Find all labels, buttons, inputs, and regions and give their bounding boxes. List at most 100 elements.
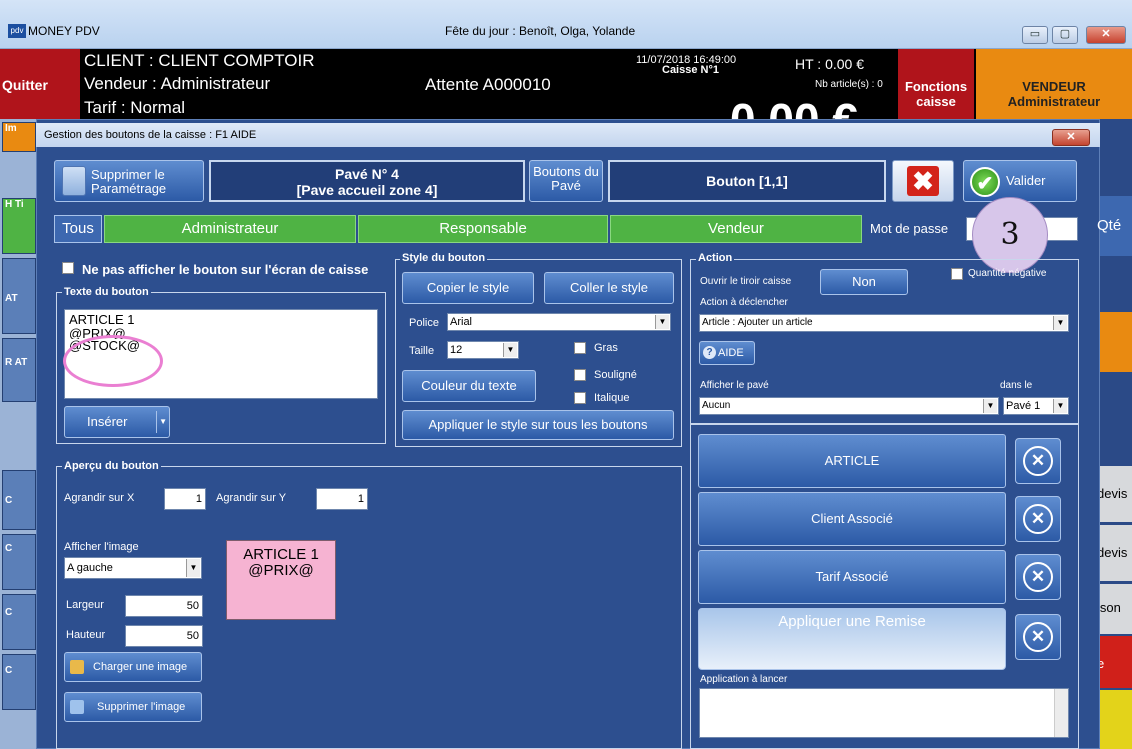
agrandir-y-label: Agrandir sur Y [216,492,287,504]
afficher-pave-value: Aucun [702,400,731,411]
afficher-image-select[interactable]: A gauche ▼ [64,557,202,579]
left-strip-item[interactable]: C [2,534,36,590]
text-line: ARTICLE 1 [69,312,135,327]
remove-tarif-button[interactable]: ✕ [1015,554,1061,600]
couleur-texte-button[interactable]: Couleur du texte [402,370,536,402]
inserer-button[interactable]: Insérer ▼ [64,406,170,438]
hide-button-label: Ne pas afficher le bouton sur l'écran de… [82,262,369,277]
left-strip-item[interactable]: C [2,470,36,530]
remove-article-button[interactable]: ✕ [1015,438,1061,484]
right-strip-devis-1[interactable]: devis [1095,466,1132,522]
left-strip-item[interactable]: C [2,594,36,650]
tab-administrateur[interactable]: Administrateur [104,215,356,243]
article-button[interactable]: ARTICLE [698,434,1006,488]
action-value: Article : Ajouter un article [702,317,813,328]
attente-label: Attente A000010 [425,75,551,94]
button-preview: ARTICLE 1 @PRIX@ [226,540,336,620]
afficher-pave-select[interactable]: Aucun ▼ [699,397,999,415]
pave-number-select[interactable]: Pavé 1 ▼ [1003,397,1069,415]
hide-button-checkbox[interactable] [62,262,74,274]
hauteur-label: Hauteur [66,629,106,641]
police-select[interactable]: Arial ▼ [447,313,671,331]
quantite-negative-checkbox[interactable] [951,268,963,280]
italique-checkbox[interactable] [574,392,586,404]
boutons-du-pave-button[interactable]: Boutons du Pavé [529,160,603,202]
hauteur-input[interactable]: 50 [125,625,203,647]
largeur-input[interactable]: 50 [125,595,203,617]
preview-line: ARTICLE 1 [243,546,319,563]
chevron-down-icon: ▼ [655,315,669,329]
chevron-down-icon: ▼ [186,559,200,577]
tab-responsable[interactable]: Responsable [358,215,608,243]
dialog-title: Gestion des boutons de la caisse : F1 AI… [36,123,1100,147]
quitter-button[interactable]: Quitter [0,49,80,119]
right-strip-livraison[interactable]: ison [1095,584,1132,634]
taille-select[interactable]: 12 ▼ [447,341,519,359]
right-strip-yellow[interactable] [1095,690,1132,749]
tab-tous[interactable]: Tous [54,215,102,243]
remove-remise-button[interactable]: ✕ [1015,614,1061,660]
dans-le-label: dans le [1000,380,1033,391]
vendeur-button-title: VENDEUR [1022,79,1086,94]
fete-du-jour: Fête du jour : Benoît, Olga, Yolande [445,24,636,38]
souligne-checkbox[interactable] [574,369,586,381]
chevron-down-icon: ▼ [1053,316,1067,330]
right-strip-e[interactable]: e [1095,636,1132,688]
italique-label: Italique [594,392,630,404]
client-associe-button[interactable]: Client Associé [698,492,1006,546]
tiroir-label: Ouvrir le tiroir caisse [700,276,792,287]
application-label: Application à lancer [700,674,788,685]
fonctions-caisse-button[interactable]: Fonctions caisse [898,49,974,119]
maximize-button[interactable]: ▢ [1052,26,1078,44]
minimize-button[interactable]: ▭ [1022,26,1048,44]
right-strip-c[interactable] [1095,312,1132,372]
cancel-x-icon: ✖ [907,166,939,196]
supprimer-image-button[interactable]: Supprimer l'image [64,692,202,722]
taille-value: 12 [450,344,463,356]
charger-image-button[interactable]: Charger une image [64,652,202,682]
left-strip-item[interactable]: AT [2,258,36,334]
app-titlebar: pdv MONEY PDV Fête du jour : Benoît, Olg… [0,0,1132,49]
pave-number-value: Pavé 1 [1006,400,1041,412]
copier-style-button[interactable]: Copier le style [402,272,534,304]
right-strip-code[interactable] [1095,256,1132,312]
chevron-down-icon[interactable]: ▼ [159,407,167,437]
gras-checkbox[interactable] [574,342,586,354]
left-strip-item[interactable]: H Ti [2,198,36,254]
left-strip-item[interactable]: R AT [2,338,36,402]
coller-style-button[interactable]: Coller le style [544,272,674,304]
vendeur-button[interactable]: VENDEUR Administrateur [976,49,1132,119]
tarif-label: Tarif : Normal [84,98,186,117]
souligne-label: Souligné [594,369,637,381]
right-strip-check[interactable] [1095,380,1132,420]
app-close-button[interactable]: ✕ [1086,26,1126,44]
scrollbar[interactable] [1054,689,1068,737]
action-declencher-label: Action à déclencher [700,297,788,308]
action-select[interactable]: Article : Ajouter un article ▼ [699,314,1069,332]
tarif-associe-button[interactable]: Tarif Associé [698,550,1006,604]
application-input[interactable] [699,688,1069,738]
total-amount: 0.00 € [730,92,858,119]
appliquer-style-tous-button[interactable]: Appliquer le style sur tous les boutons [402,410,674,440]
agrandir-y-input[interactable]: 1 [316,488,368,510]
appliquer-remise-button[interactable]: Appliquer une Remise [698,608,1006,670]
caisse-label: Caisse N°1 [662,64,719,76]
agrandir-x-input[interactable]: 1 [164,488,206,510]
tab-vendeur[interactable]: Vendeur [610,215,862,243]
texte-panel-title: Texte du bouton [62,286,151,298]
remove-client-button[interactable]: ✕ [1015,496,1061,542]
quantite-negative-label: Quantité négative [968,268,1047,279]
afficher-image-label: Afficher l'image [64,541,139,553]
afficher-image-value: A gauche [67,562,113,574]
preview-line: @PRIX@ [248,562,314,579]
dialog-close-button[interactable]: ✕ [1052,129,1090,146]
tiroir-toggle-button[interactable]: Non [820,269,908,295]
help-icon: ? [703,346,716,359]
pave-name: [Pave accueil zone 4] [296,182,438,198]
right-strip-devis-2[interactable]: devis [1095,525,1132,581]
left-strip-item[interactable]: C [2,654,36,710]
afficher-pave-label: Afficher le pavé [700,380,769,391]
left-strip-item[interactable]: Im [2,122,36,152]
app-title: MONEY PDV [28,24,100,38]
close-circle-icon: ✕ [1023,562,1053,592]
